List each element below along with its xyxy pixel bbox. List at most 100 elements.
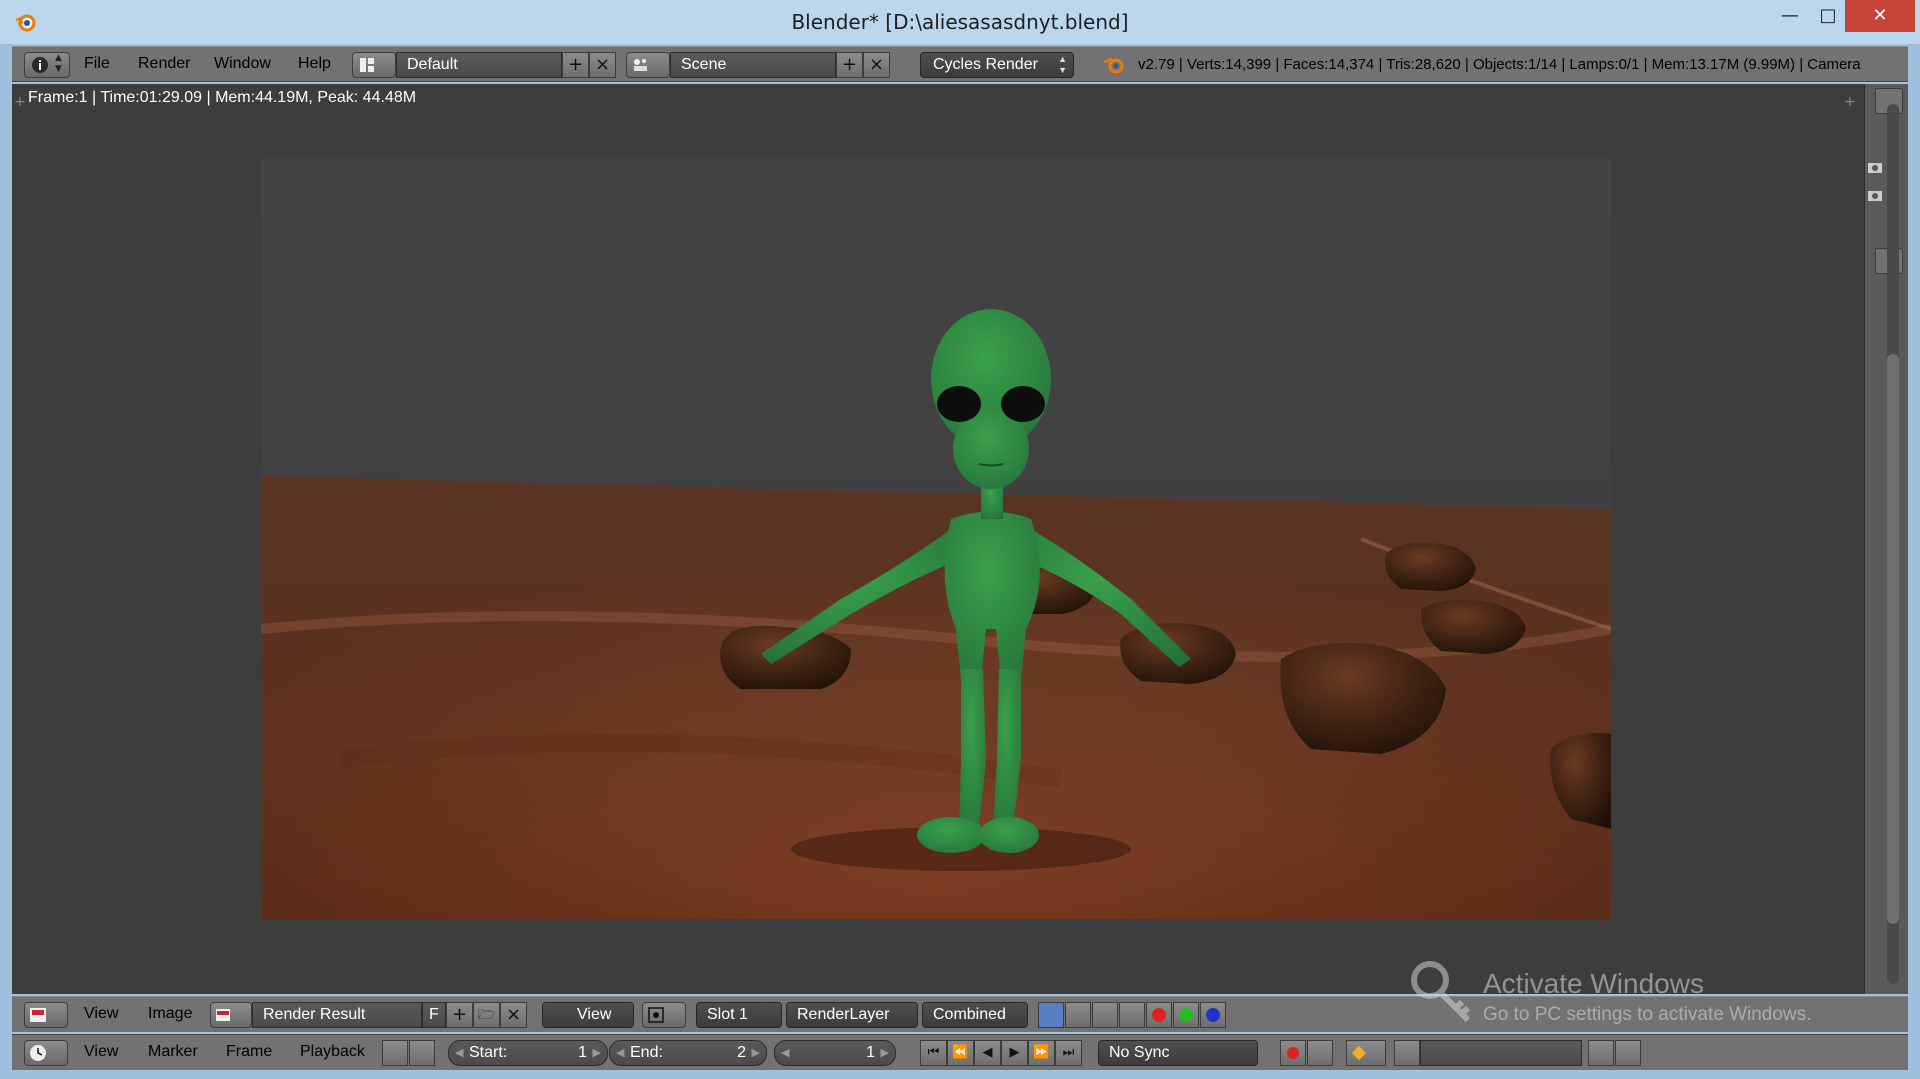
camera-icon[interactable] bbox=[1867, 188, 1883, 202]
menu-view[interactable]: View bbox=[84, 1043, 118, 1061]
screen-layout-field[interactable]: Default bbox=[396, 52, 562, 78]
updown-arrows-icon: ▲ ▼ bbox=[55, 53, 62, 74]
play-icon[interactable]: ▶ bbox=[1001, 1040, 1028, 1066]
draw-color-alpha-button[interactable] bbox=[1038, 1002, 1064, 1028]
scene-icon bbox=[634, 59, 647, 71]
image-editor-icon bbox=[30, 1008, 46, 1022]
decrement-arrow-icon[interactable]: ◀ bbox=[781, 1041, 789, 1065]
image-icon bbox=[216, 1009, 230, 1021]
image-name-field[interactable]: Render Result bbox=[252, 1002, 422, 1028]
play-reverse-icon[interactable]: ◀ bbox=[974, 1040, 1001, 1066]
start-frame-field[interactable]: ◀ Start: 1 ▶ bbox=[448, 1040, 608, 1066]
scene-selector[interactable] bbox=[626, 52, 670, 78]
window-title: Blender* [D:\aliesasasdnyt.blend] bbox=[791, 10, 1129, 34]
updown-arrows-icon: ▲ ▼ bbox=[1058, 54, 1067, 75]
camera-icon[interactable] bbox=[1867, 160, 1883, 174]
image-browse-button[interactable] bbox=[210, 1002, 252, 1028]
draw-alpha-only-icon[interactable] bbox=[1092, 1002, 1118, 1028]
maximize-button[interactable]: □ bbox=[1808, 0, 1848, 32]
menu-render[interactable]: Render bbox=[138, 55, 190, 73]
open-image-button[interactable]: 🗁 bbox=[473, 1002, 500, 1028]
corner-plus-icon: + bbox=[1844, 94, 1856, 110]
menu-view[interactable]: View bbox=[84, 1005, 118, 1023]
keying-set-icon[interactable] bbox=[1307, 1040, 1333, 1066]
unlink-image-button[interactable]: × bbox=[500, 1002, 527, 1028]
draw-z-buffer-icon[interactable] bbox=[1119, 1002, 1145, 1028]
pass-dropdown[interactable]: Combined bbox=[922, 1002, 1028, 1028]
draw-alpha-checker-icon[interactable] bbox=[1065, 1002, 1091, 1028]
active-keying-set-icon[interactable] bbox=[1394, 1040, 1420, 1066]
timeline-header: View Marker Frame Playback ◀ Start: 1 ▶ … bbox=[12, 1034, 1908, 1070]
next-keyframe-icon[interactable]: ⏩ bbox=[1028, 1040, 1055, 1066]
sync-dropdown[interactable]: No Sync bbox=[1098, 1040, 1258, 1066]
menu-playback[interactable]: Playback bbox=[300, 1043, 365, 1061]
menu-image[interactable]: Image bbox=[148, 1005, 192, 1023]
delete-keyframe-icon[interactable] bbox=[1615, 1040, 1641, 1066]
title-bar: Blender* [D:\aliesasasdnyt.blend] — □ ✕ bbox=[0, 0, 1920, 44]
slot-label: Slot 1 bbox=[707, 1006, 748, 1023]
blender-window: Blender* [D:\aliesasasdnyt.blend] — □ ✕ … bbox=[0, 0, 1920, 1079]
alien-eye bbox=[1001, 386, 1045, 422]
view-dropdown[interactable]: View bbox=[542, 1002, 634, 1028]
add-scene-button[interactable]: + bbox=[836, 52, 863, 78]
editor-type-button[interactable] bbox=[24, 1002, 68, 1028]
blue-channel-icon[interactable] bbox=[1200, 1002, 1226, 1028]
pivot-selector[interactable] bbox=[642, 1002, 686, 1028]
record-icon[interactable] bbox=[1280, 1040, 1306, 1066]
close-button[interactable]: ✕ bbox=[1845, 0, 1915, 32]
view-label: View bbox=[577, 1006, 612, 1023]
increment-arrow-icon[interactable]: ▶ bbox=[593, 1041, 601, 1065]
increment-arrow-icon[interactable]: ▶ bbox=[752, 1041, 760, 1065]
screen-layout-selector[interactable] bbox=[352, 52, 396, 78]
editor-type-button[interactable] bbox=[24, 1040, 68, 1066]
new-image-button[interactable]: + bbox=[446, 1002, 473, 1028]
pass-label: Combined bbox=[933, 1006, 1006, 1023]
remove-scene-button[interactable]: × bbox=[863, 52, 890, 78]
preview-range-icon[interactable] bbox=[382, 1040, 408, 1066]
red-channel-icon[interactable] bbox=[1146, 1002, 1172, 1028]
prev-keyframe-icon[interactable]: ⏪ bbox=[947, 1040, 974, 1066]
current-frame-field[interactable]: ◀ 1 ▶ bbox=[774, 1040, 896, 1066]
keying-set-field[interactable] bbox=[1420, 1040, 1582, 1066]
start-value: 1 bbox=[578, 1044, 587, 1061]
alien-eye bbox=[937, 386, 981, 422]
scene-field[interactable]: Scene bbox=[670, 52, 836, 78]
menu-window[interactable]: Window bbox=[214, 55, 271, 73]
render-engine-label: Cycles Render bbox=[933, 56, 1038, 73]
end-value: 2 bbox=[737, 1044, 746, 1061]
green-channel-icon[interactable] bbox=[1173, 1002, 1199, 1028]
blender-logo-icon bbox=[1103, 57, 1124, 74]
fake-user-button[interactable]: F bbox=[422, 1002, 446, 1028]
decrement-arrow-icon[interactable]: ◀ bbox=[616, 1041, 624, 1065]
scene-stats: v2.79 | Verts:14,399 | Faces:14,374 | Tr… bbox=[1138, 56, 1861, 73]
decrement-arrow-icon[interactable]: ◀ bbox=[455, 1041, 463, 1065]
add-layout-button[interactable]: + bbox=[562, 52, 589, 78]
jump-end-icon[interactable]: ⏭ bbox=[1055, 1040, 1082, 1066]
lock-icon[interactable] bbox=[409, 1040, 435, 1066]
keyframe-type-icon[interactable] bbox=[1346, 1040, 1386, 1066]
layout-icon bbox=[360, 58, 374, 72]
menu-marker[interactable]: Marker bbox=[148, 1043, 198, 1061]
render-layer-dropdown[interactable]: RenderLayer bbox=[786, 1002, 918, 1028]
menu-frame[interactable]: Frame bbox=[226, 1043, 272, 1061]
image-editor-area[interactable]: Frame:1 | Time:01:29.09 | Mem:44.19M, Pe… bbox=[12, 84, 1864, 994]
info-icon bbox=[32, 57, 48, 73]
menu-file[interactable]: File bbox=[84, 55, 110, 73]
current-frame-value: 1 bbox=[866, 1044, 875, 1061]
tool-shelf-strip bbox=[1864, 84, 1908, 994]
slot-dropdown[interactable]: Slot 1 bbox=[696, 1002, 782, 1028]
increment-arrow-icon[interactable]: ▶ bbox=[881, 1041, 889, 1065]
render-status-text: Frame:1 | Time:01:29.09 | Mem:44.19M, Pe… bbox=[28, 89, 417, 106]
render-result-image bbox=[261, 159, 1611, 919]
menu-help[interactable]: Help bbox=[298, 55, 331, 73]
editor-type-button[interactable]: ▲ ▼ bbox=[24, 52, 70, 78]
jump-start-icon[interactable]: ⏮ bbox=[920, 1040, 947, 1066]
start-label: Start: bbox=[469, 1044, 508, 1061]
end-frame-field[interactable]: ◀ End: 2 ▶ bbox=[609, 1040, 767, 1066]
render-engine-dropdown[interactable]: Cycles Render ▲ ▼ bbox=[920, 52, 1074, 78]
remove-layout-button[interactable]: × bbox=[589, 52, 616, 78]
scrollbar-thumb[interactable] bbox=[1887, 354, 1899, 924]
corner-plus-icon: + bbox=[14, 94, 26, 110]
insert-keyframe-icon[interactable] bbox=[1588, 1040, 1614, 1066]
minimize-button[interactable]: — bbox=[1770, 0, 1810, 32]
